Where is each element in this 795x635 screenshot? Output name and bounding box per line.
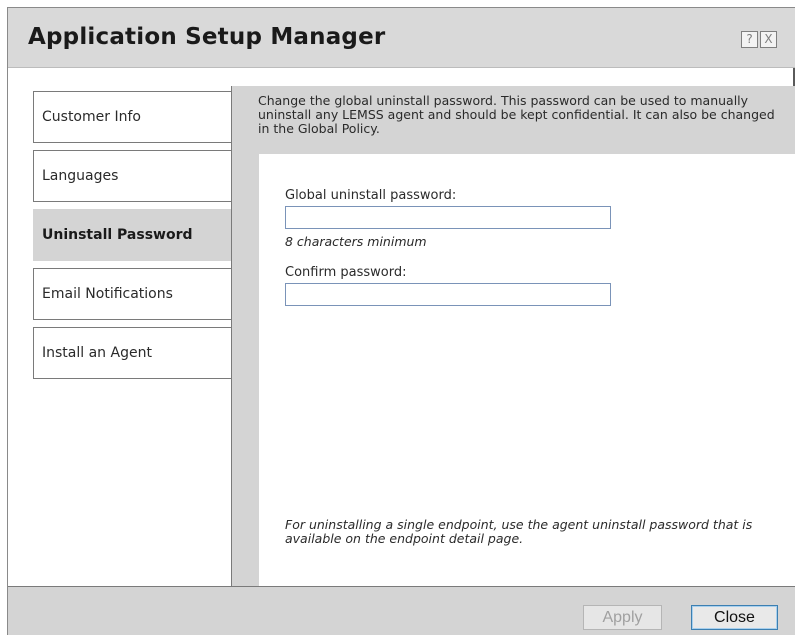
confirm-password-field[interactable] bbox=[285, 283, 611, 306]
form-panel: Global uninstall password: 8 characters … bbox=[259, 154, 795, 587]
apply-button[interactable]: Apply bbox=[583, 605, 662, 630]
content-area: Change the global uninstall password. Th… bbox=[231, 86, 795, 587]
setup-dialog: Application Setup Manager ? X Customer I… bbox=[7, 7, 795, 635]
sidebar-item-email-notifications[interactable]: Email Notifications bbox=[33, 268, 233, 320]
dialog-title: Application Setup Manager bbox=[28, 24, 386, 50]
confirm-password-label: Confirm password: bbox=[285, 265, 407, 280]
description-text: Change the global uninstall password. Th… bbox=[258, 93, 775, 136]
sidebar-item-install-agent[interactable]: Install an Agent bbox=[33, 327, 233, 379]
global-password-field[interactable] bbox=[285, 206, 611, 229]
sidebar-item-languages[interactable]: Languages bbox=[33, 150, 233, 202]
endpoint-note: For uninstalling a single endpoint, use … bbox=[285, 517, 753, 546]
sidebar-item-customer-info[interactable]: Customer Info bbox=[33, 91, 233, 143]
sidebar-item-uninstall-password[interactable]: Uninstall Password bbox=[33, 209, 258, 261]
sidebar: Customer Info Languages Uninstall Passwo… bbox=[8, 68, 258, 583]
help-icon[interactable]: ? bbox=[741, 31, 758, 48]
close-icon[interactable]: X bbox=[760, 31, 777, 48]
footer-bar: Apply Close bbox=[8, 586, 795, 635]
title-bar: Application Setup Manager ? X bbox=[8, 8, 795, 68]
password-hint: 8 characters minimum bbox=[285, 234, 427, 249]
global-password-label: Global uninstall password: bbox=[285, 188, 457, 203]
close-button[interactable]: Close bbox=[691, 605, 778, 630]
